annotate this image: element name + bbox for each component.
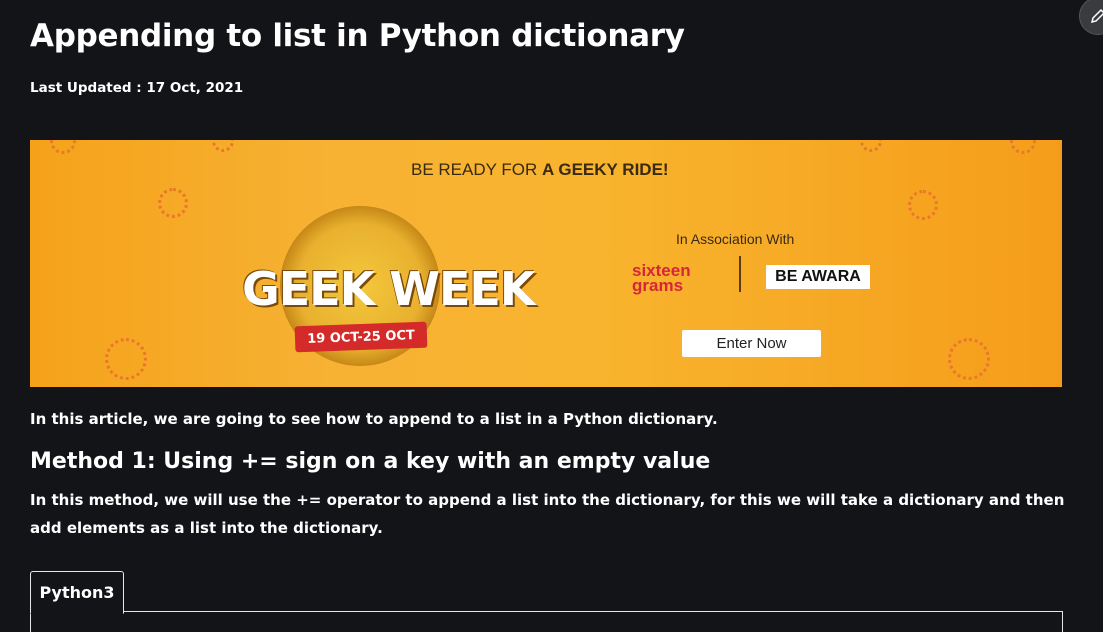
intro-paragraph: In this article, we are going to see how… <box>30 410 718 428</box>
association-label: In Association With <box>676 231 795 247</box>
method1-heading: Method 1: Using += sign on a key with an… <box>30 449 711 474</box>
edit-button[interactable] <box>1079 0 1103 35</box>
decor-ornament <box>50 140 76 154</box>
decor-ornament <box>1010 140 1036 154</box>
decor-ornament <box>948 338 990 380</box>
code-block <box>30 611 1063 632</box>
decor-ornament <box>105 338 147 380</box>
method1-paragraph: In this method, we will use the += opera… <box>30 491 1065 537</box>
decor-ornament <box>908 190 938 220</box>
decor-ornament <box>212 140 234 152</box>
banner-headline-bold: A GEEKY RIDE! <box>542 160 669 179</box>
be-awara-logo: BE AWARA <box>766 265 870 289</box>
last-updated: Last Updated : 17 Oct, 2021 <box>30 80 244 96</box>
decor-ornament <box>860 140 882 152</box>
tab-python3[interactable]: Python3 <box>30 571 124 614</box>
pencil-icon <box>1090 8 1103 24</box>
article-title: Appending to list in Python dictionary <box>30 18 685 54</box>
sixteen-grams-logo: sixteen grams <box>632 261 691 295</box>
brand-divider <box>739 256 741 292</box>
banner-headline-plain: BE READY FOR <box>411 160 542 179</box>
decor-ornament <box>158 188 188 218</box>
geek-week-logo-text: GEEK WEEK <box>242 262 535 316</box>
geek-week-dates: 19 OCT-25 OCT <box>294 321 428 353</box>
banner-headline: BE READY FOR A GEEKY RIDE! <box>411 160 669 180</box>
geek-week-banner[interactable]: BE READY FOR A GEEKY RIDE! GEEK WEEK 19 … <box>30 140 1062 387</box>
enter-now-button[interactable]: Enter Now <box>682 330 821 357</box>
